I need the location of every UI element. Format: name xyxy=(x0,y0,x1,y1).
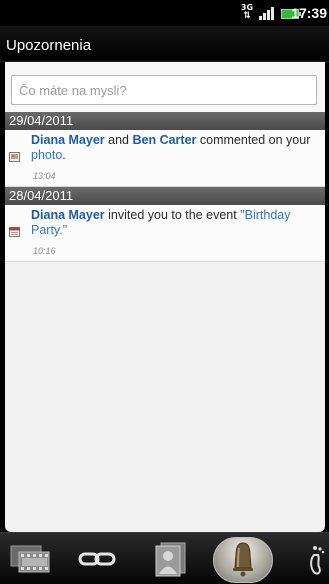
footprints-tab[interactable] xyxy=(280,533,329,584)
signal-strength-icon xyxy=(259,7,277,20)
links-tab[interactable] xyxy=(62,533,132,584)
title-bar: Upozornenia xyxy=(0,26,329,62)
notification-time: 13:04 xyxy=(33,171,56,181)
notification-item[interactable]: Diana Mayer and Ben Carter commented on … xyxy=(5,130,325,187)
calendar-event-icon xyxy=(9,227,20,237)
notification-text: Diana Mayer and Ben Carter commented on … xyxy=(31,133,311,162)
contacts-tab[interactable] xyxy=(132,533,210,584)
contact-card-icon xyxy=(155,542,186,577)
status-input-area xyxy=(5,62,325,112)
status-bar: 3G ⇅ 17:39 xyxy=(0,0,329,26)
notification-text: Diana Mayer invited you to the event "Bi… xyxy=(31,208,291,237)
updates-tab[interactable] xyxy=(0,533,62,584)
notifications-panel: 29/04/2011 Diana Mayer and Ben Carter co… xyxy=(5,62,325,532)
actor-link[interactable]: Diana Mayer xyxy=(31,208,105,222)
notification-item[interactable]: Diana Mayer invited you to the event "Bi… xyxy=(5,205,325,262)
actor-link[interactable]: Diana Mayer xyxy=(31,133,105,147)
notifications-tab[interactable] xyxy=(210,533,280,584)
chain-link-icon xyxy=(78,552,116,566)
footprint-icon xyxy=(310,546,325,575)
notification-time: 10:16 xyxy=(33,246,56,256)
bell-icon xyxy=(233,542,253,577)
data-arrows-icon: ⇅ xyxy=(243,11,251,21)
date-separator: 29/04/2011 xyxy=(5,112,325,130)
page-title: Upozornenia xyxy=(6,37,92,54)
photo-comment-icon xyxy=(9,152,20,162)
clock: 17:39 xyxy=(291,5,327,21)
actor-link[interactable]: Ben Carter xyxy=(132,133,196,147)
photo-link[interactable]: photo xyxy=(31,148,62,162)
film-strip-icon xyxy=(10,545,50,573)
bottom-tab-bar xyxy=(0,532,329,584)
status-input[interactable] xyxy=(11,75,317,105)
network-type-indicator: 3G ⇅ xyxy=(240,4,254,22)
date-separator: 28/04/2011 xyxy=(5,187,325,205)
